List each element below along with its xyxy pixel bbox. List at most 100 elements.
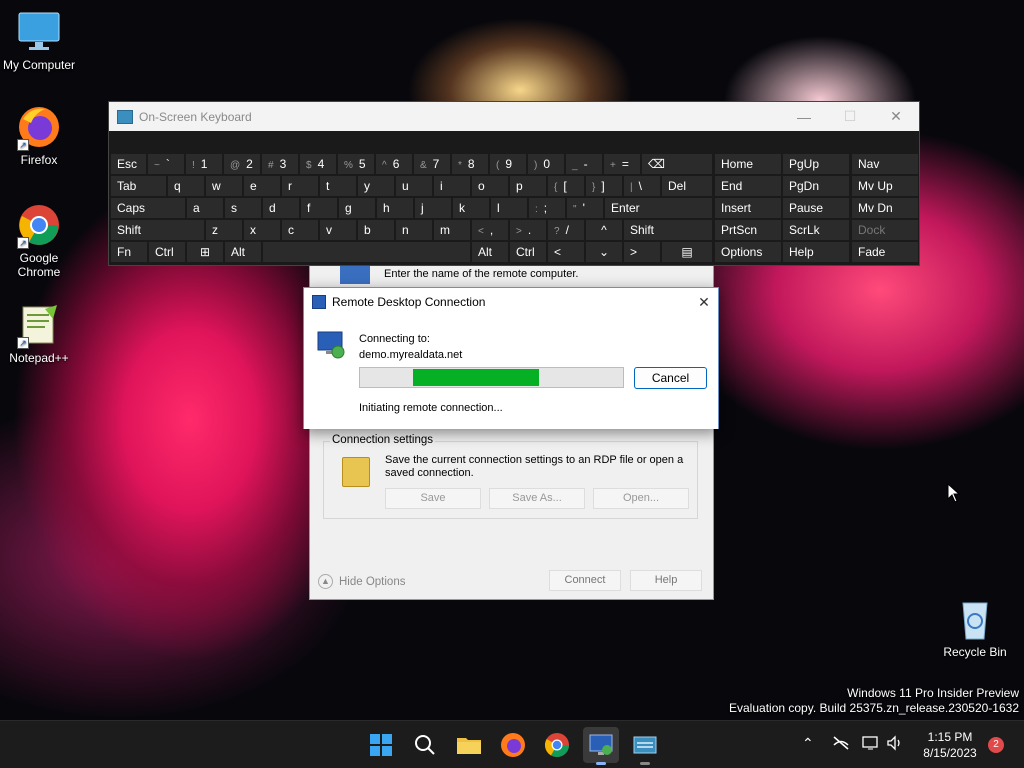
windows-key-icon[interactable]: ⊞ (187, 242, 223, 262)
desktop-icon-firefox[interactable]: ↗ Firefox (1, 105, 77, 167)
key-b[interactable]: b (358, 220, 394, 240)
key-g[interactable]: g (339, 198, 375, 218)
key-fn[interactable]: Fn (111, 242, 147, 262)
key-mv-up[interactable]: Mv Up (852, 176, 918, 196)
maximize-button[interactable]: ☐ (827, 102, 873, 131)
connect-button[interactable]: Connect (549, 570, 621, 591)
key-0[interactable]: ) 0 (528, 154, 564, 174)
key-4[interactable]: $4 (300, 154, 336, 174)
key-v[interactable]: v (320, 220, 356, 240)
key-help[interactable]: Help (783, 242, 849, 262)
key-t[interactable]: t (320, 176, 356, 196)
close-button[interactable]: ✕ (690, 294, 718, 311)
start-icon[interactable] (367, 731, 395, 759)
key-y[interactable]: y (358, 176, 394, 196)
key-a[interactable]: a (187, 198, 223, 218)
key-6[interactable]: ^ 6 (376, 154, 412, 174)
notification-badge[interactable]: 2 (988, 737, 1004, 753)
key-q[interactable]: q (168, 176, 204, 196)
key-left-bracket[interactable]: {[ (548, 176, 584, 196)
key-backslash[interactable]: | \ (624, 176, 660, 196)
desktop-icon-my-computer[interactable]: My Computer (1, 10, 77, 72)
key-d[interactable]: d (263, 198, 299, 218)
key-space[interactable] (263, 242, 470, 262)
key-shift-left[interactable]: Shift (111, 220, 204, 240)
key-o[interactable]: o (472, 176, 508, 196)
volume-icon[interactable] (886, 735, 904, 754)
network-offline-icon[interactable] (832, 735, 850, 754)
key-quote[interactable]: " ' (567, 198, 603, 218)
key-h[interactable]: h (377, 198, 413, 218)
key-comma[interactable]: <, (472, 220, 508, 240)
key-enter[interactable]: Enter (605, 198, 712, 218)
key-l[interactable]: l (491, 198, 527, 218)
key-right-bracket[interactable]: }] (586, 176, 622, 196)
monitor-icon[interactable] (862, 735, 880, 754)
key-left-arrow[interactable]: < (548, 242, 584, 262)
key-7[interactable]: & 7 (414, 154, 450, 174)
close-button[interactable]: ✕ (873, 102, 919, 131)
key-z[interactable]: z (206, 220, 242, 240)
key-m[interactable]: m (434, 220, 470, 240)
save-button[interactable]: Save (385, 488, 481, 509)
key-del[interactable]: Del (662, 176, 712, 196)
key-alt-left[interactable]: Alt (225, 242, 261, 262)
open-button[interactable]: Open... (593, 488, 689, 509)
dialog-titlebar[interactable]: Remote Desktop Connection ✕ (304, 288, 718, 316)
key-caps[interactable]: Caps (111, 198, 185, 218)
key-ctrl-right[interactable]: Ctrl (510, 242, 546, 262)
remote-desktop-icon[interactable] (587, 731, 615, 759)
chevron-up-icon[interactable]: ⌃ (802, 735, 814, 752)
key-5[interactable]: % 5 (338, 154, 374, 174)
key-n[interactable]: n (396, 220, 432, 240)
key-c[interactable]: c (282, 220, 318, 240)
desktop-icon-chrome[interactable]: ↗ Google Chrome (1, 203, 77, 279)
key-pause[interactable]: Pause (783, 198, 849, 218)
key-x[interactable]: x (244, 220, 280, 240)
key-prtscn[interactable]: PrtScn (715, 220, 781, 240)
key-k[interactable]: k (453, 198, 489, 218)
desktop-icon-recycle-bin[interactable]: Recycle Bin (937, 597, 1013, 659)
key-w[interactable]: w (206, 176, 242, 196)
key-semicolon[interactable]: :; (529, 198, 565, 218)
minimize-button[interactable]: — (781, 102, 827, 131)
firefox-icon[interactable] (499, 731, 527, 759)
cancel-button[interactable]: Cancel (634, 367, 707, 389)
key-8[interactable]: * 8 (452, 154, 488, 174)
help-button[interactable]: Help (630, 570, 702, 591)
key-tab[interactable]: Tab (111, 176, 166, 196)
key-minus[interactable]: _ - (566, 154, 602, 174)
desktop-icon-notepadpp[interactable]: ↗ Notepad++ (1, 303, 77, 365)
key-right-arrow[interactable]: > (624, 242, 660, 262)
key-p[interactable]: p (510, 176, 546, 196)
hide-options-toggle[interactable]: ▲ Hide Options (318, 574, 405, 589)
search-icon[interactable] (411, 731, 439, 759)
key-u[interactable]: u (396, 176, 432, 196)
chrome-icon[interactable] (543, 731, 571, 759)
key-menu-icon[interactable]: ▤ (662, 242, 712, 262)
key-scrlk[interactable]: ScrLk (783, 220, 849, 240)
key-options[interactable]: Options (715, 242, 781, 262)
osk-titlebar[interactable]: On-Screen Keyboard — ☐ ✕ (109, 102, 919, 131)
key-j[interactable]: j (415, 198, 451, 218)
key-insert[interactable]: Insert (715, 198, 781, 218)
key-equals[interactable]: + = (604, 154, 640, 174)
key-dock[interactable]: Dock (852, 220, 918, 240)
key-nav[interactable]: Nav (852, 154, 918, 174)
key-fade[interactable]: Fade (852, 242, 918, 262)
key-shift-right[interactable]: Shift (624, 220, 712, 240)
key-i[interactable]: i (434, 176, 470, 196)
key-end[interactable]: End (715, 176, 781, 196)
key-s[interactable]: s (225, 198, 261, 218)
key-alt-right[interactable]: Alt (472, 242, 508, 262)
key-1[interactable]: ! 1 (186, 154, 222, 174)
key-slash[interactable]: ? / (548, 220, 584, 240)
key-esc[interactable]: Esc (111, 154, 146, 174)
key-period[interactable]: >. (510, 220, 546, 240)
key-9[interactable]: (9 (490, 154, 526, 174)
key-2[interactable]: @2 (224, 154, 260, 174)
key-home[interactable]: Home (715, 154, 781, 174)
key-down-arrow[interactable]: ⌄ (586, 242, 622, 262)
key-tilde[interactable]: ~ ` (148, 154, 184, 174)
key-mv-dn[interactable]: Mv Dn (852, 198, 918, 218)
